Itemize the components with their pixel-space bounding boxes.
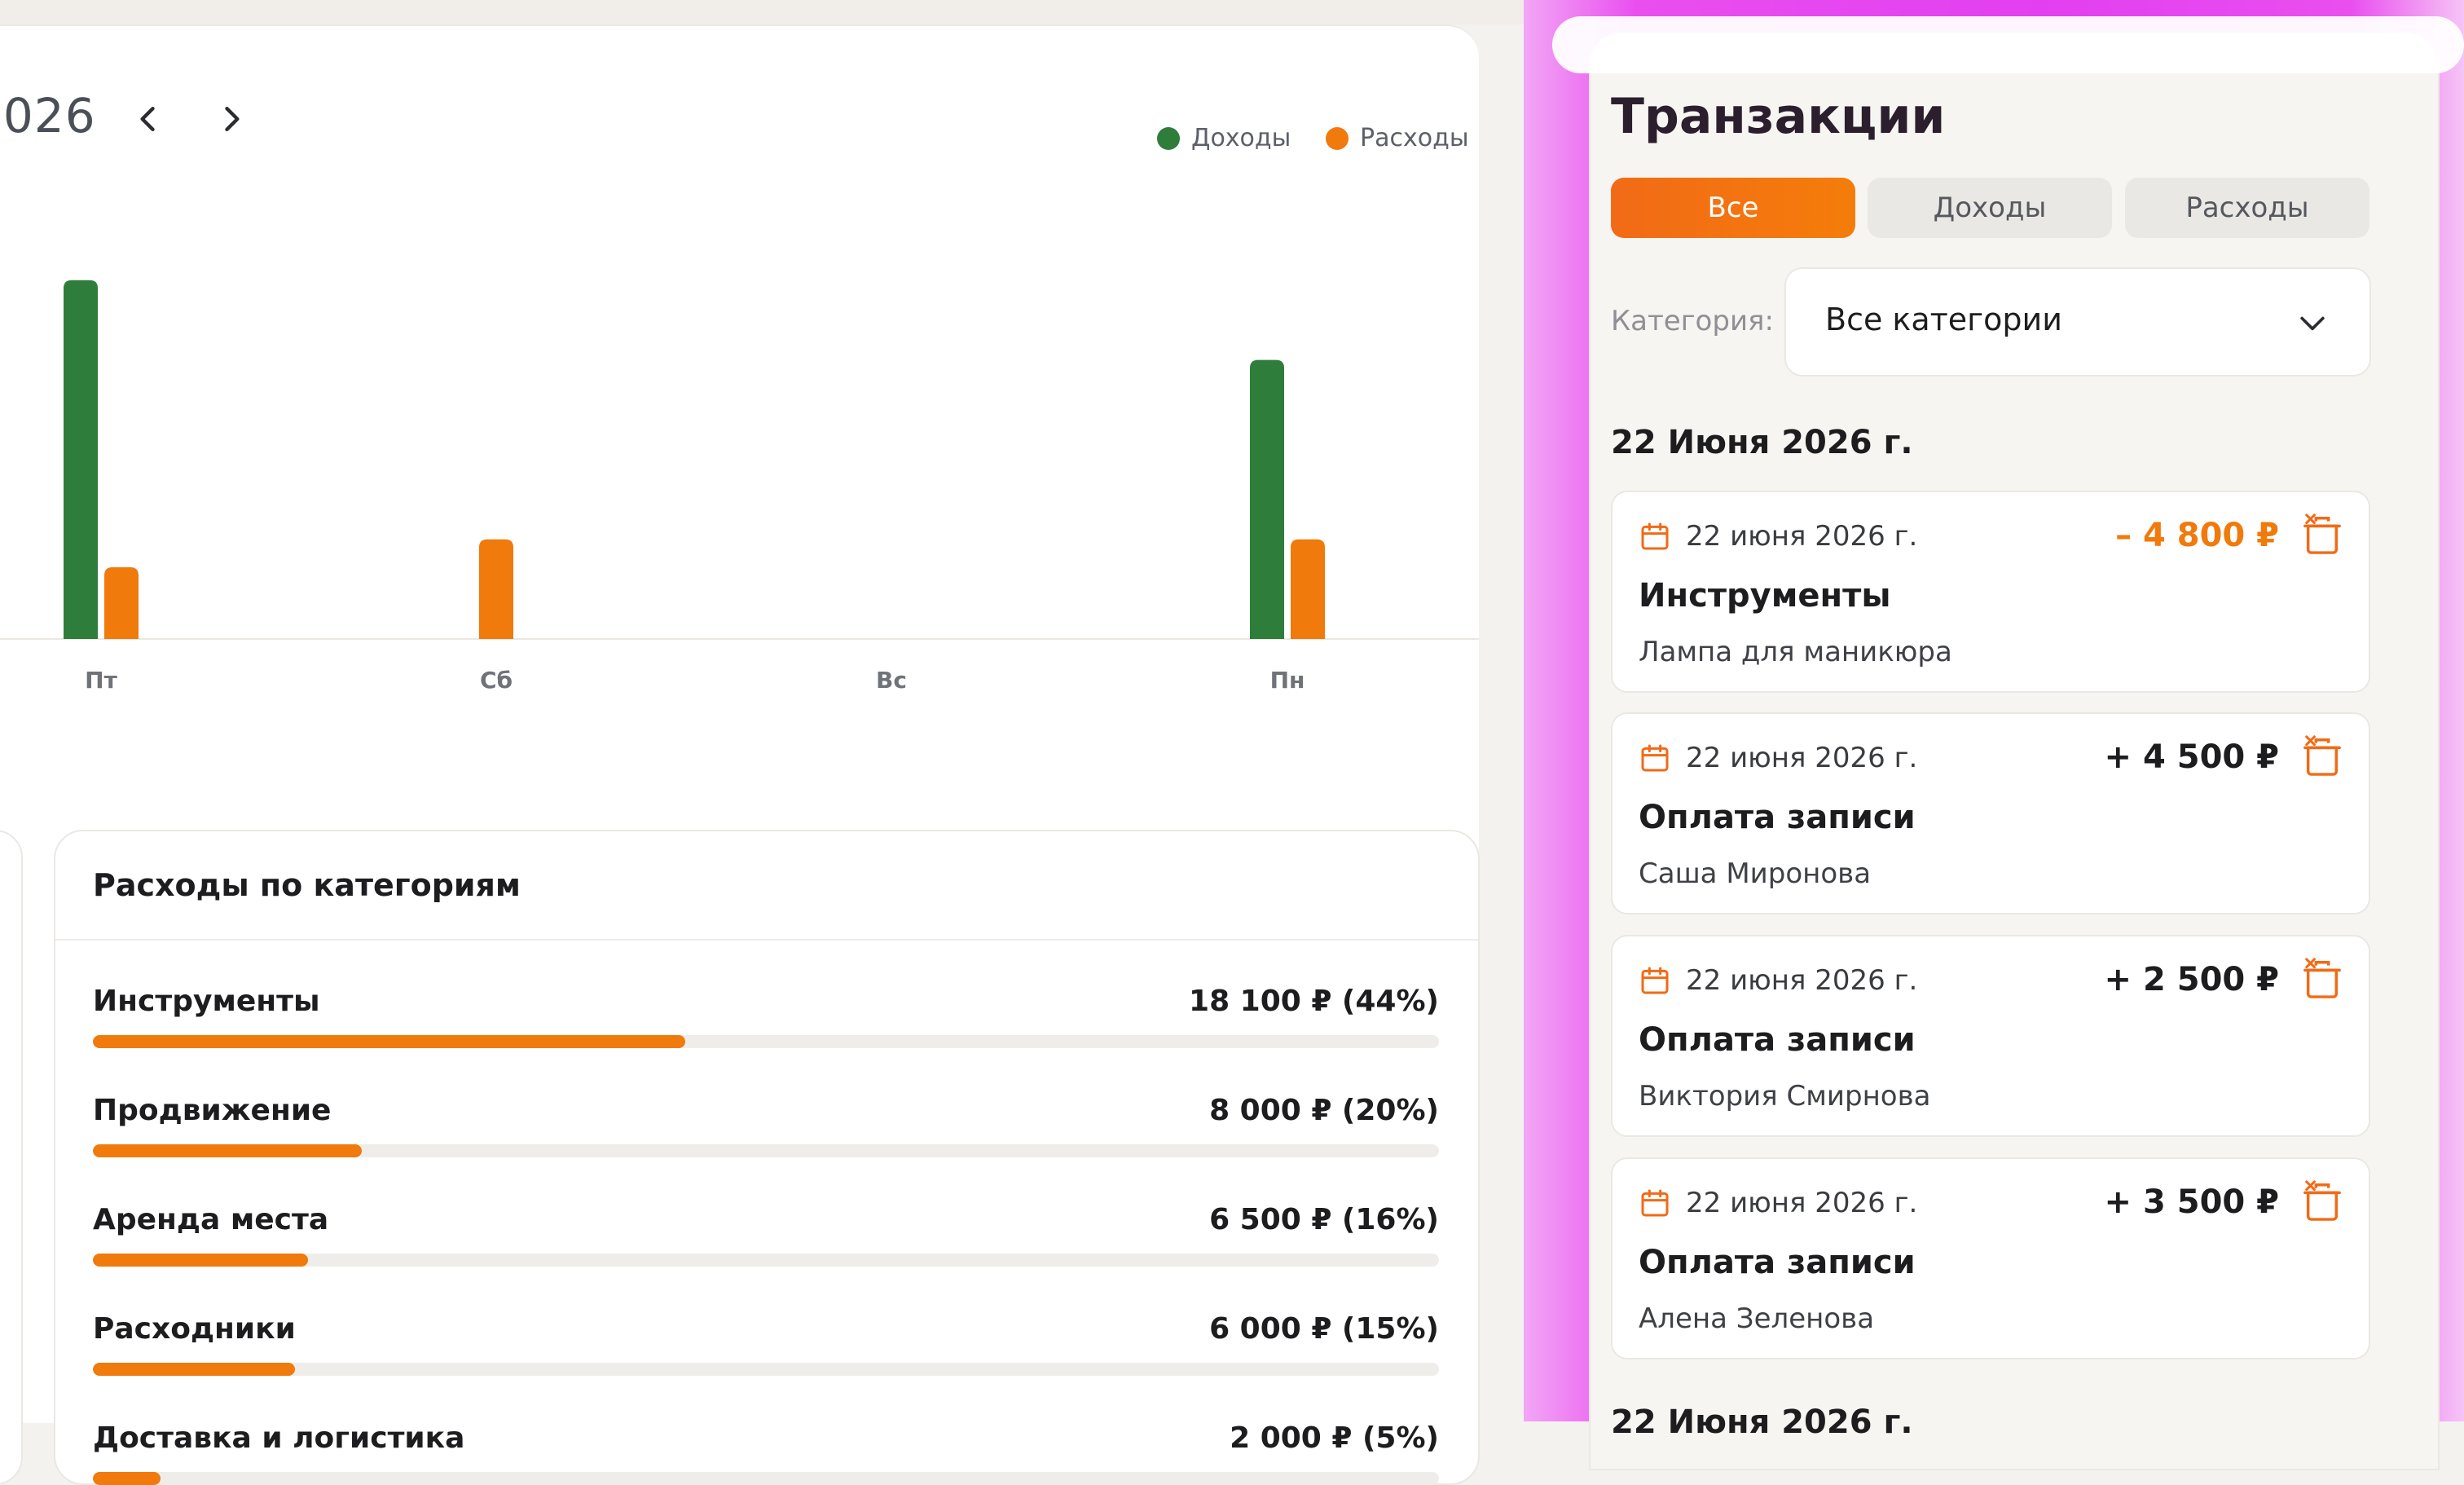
transaction-amount: + 3 500 ₽ (2104, 1183, 2279, 1221)
transaction-amount: + 4 500 ₽ (2104, 738, 2279, 776)
category-progress-fill (93, 1144, 363, 1157)
transaction-card[interactable]: 22 июня 2026 г. + 3 500 ₽ Оплата записи Але… (1611, 1157, 2370, 1359)
x-tick-label: Сб (480, 667, 513, 694)
category-value: 18 100 ₽ (44%) (1189, 985, 1439, 1018)
chevron-down-icon (2300, 316, 2325, 331)
transaction-card[interactable]: 22 июня 2026 г. + 2 500 ₽ Оплата записи Вик… (1611, 935, 2370, 1137)
category-name: Расходники (93, 1312, 296, 1346)
transaction-description: Виктория Смирнова (1639, 1080, 1931, 1113)
income-bar (1250, 359, 1284, 639)
category-progress-track (93, 1254, 1439, 1267)
analytics-panel: 2026 Доходы Расходы ПтСбВсПн Расходы по … (0, 24, 1480, 1485)
expenses-card-title: Расходы по категориям (93, 867, 521, 903)
expense-bar (1291, 539, 1325, 639)
transaction-date: 22 июня 2026 г. (1686, 520, 1918, 553)
transaction-amount: – 4 800 ₽ (2115, 517, 2279, 554)
side-card-edge (0, 830, 23, 1485)
category-value: 6 500 ₽ (16%) (1209, 1203, 1439, 1236)
expense-bar (104, 566, 139, 639)
expense-bar (479, 539, 513, 639)
category-name: Инструменты (93, 985, 320, 1018)
transaction-card[interactable]: 22 июня 2026 г. – 4 800 ₽ Инструменты Лампа… (1611, 491, 2370, 693)
delete-icon (2303, 958, 2341, 998)
tab-all[interactable]: Все (1611, 178, 1855, 238)
category-value: 2 000 ₽ (5%) (1230, 1421, 1439, 1455)
transaction-category: Оплата записи (1639, 1021, 1916, 1059)
category-select[interactable]: Все категории (1784, 267, 2371, 377)
category-value: 8 000 ₽ (20%) (1209, 1094, 1439, 1127)
category-progress-fill (93, 1472, 161, 1485)
category-progress-track (93, 1144, 1439, 1157)
delete-icon (2303, 513, 2341, 554)
category-progress-fill (93, 1363, 295, 1376)
tab-income[interactable]: Доходы (1868, 178, 2112, 238)
panel-top-edge (1552, 16, 2464, 73)
date-group-header-next: 22 Июня 2026 г. (1611, 1403, 1913, 1441)
category-progress-track (93, 1472, 1439, 1485)
calendar-icon (1641, 1189, 1669, 1217)
transaction-amount: + 2 500 ₽ (2104, 961, 2279, 998)
transaction-date: 22 июня 2026 г. (1686, 964, 1918, 997)
transactions-title: Транзакции (1611, 88, 1946, 145)
category-name: Доставка и логистика (93, 1421, 465, 1455)
delete-icon (2303, 735, 2341, 776)
calendar-icon (1641, 967, 1669, 994)
tab-expenses[interactable]: Расходы (2125, 178, 2369, 238)
income-bar (64, 280, 98, 639)
transaction-description: Лампа для маникюра (1639, 636, 1952, 668)
category-progress-track (93, 1363, 1439, 1376)
transaction-description: Алена Зеленова (1639, 1302, 1875, 1335)
category-value: 6 000 ₽ (15%) (1209, 1312, 1439, 1346)
category-progress-track (93, 1035, 1439, 1048)
category-filter-label: Категория: (1611, 305, 1774, 337)
calendar-icon (1641, 522, 1669, 550)
date-group-header: 22 Июня 2026 г. (1611, 424, 1913, 461)
category-select-value: Все категории (1825, 302, 2062, 337)
income-expense-chart: Пт Сб Вс Пн (0, 280, 1479, 694)
category-name: Продвижение (93, 1094, 332, 1127)
transaction-category: Оплата записи (1639, 1244, 1916, 1281)
transaction-category: Инструменты (1639, 577, 1891, 615)
x-tick-label: Пт (85, 667, 117, 694)
transaction-date: 22 июня 2026 г. (1686, 742, 1918, 774)
transaction-category: Оплата записи (1639, 799, 1916, 836)
divider (55, 939, 1478, 941)
transaction-description: Саша Миронова (1639, 857, 1872, 890)
category-name: Аренда места (93, 1203, 329, 1236)
category-progress-fill (93, 1254, 309, 1267)
delete-icon (2303, 1180, 2341, 1221)
transaction-date: 22 июня 2026 г. (1686, 1187, 1918, 1219)
calendar-icon (1641, 744, 1669, 772)
category-progress-fill (93, 1035, 685, 1048)
transaction-card[interactable]: 22 июня 2026 г. + 4 500 ₽ Оплата записи Саш… (1611, 712, 2370, 914)
x-tick-label: Вс (876, 667, 907, 694)
expenses-by-category-card: Расходы по категориям Инструменты 18 100 … (54, 830, 1480, 1485)
x-tick-label: Пн (1270, 667, 1305, 694)
